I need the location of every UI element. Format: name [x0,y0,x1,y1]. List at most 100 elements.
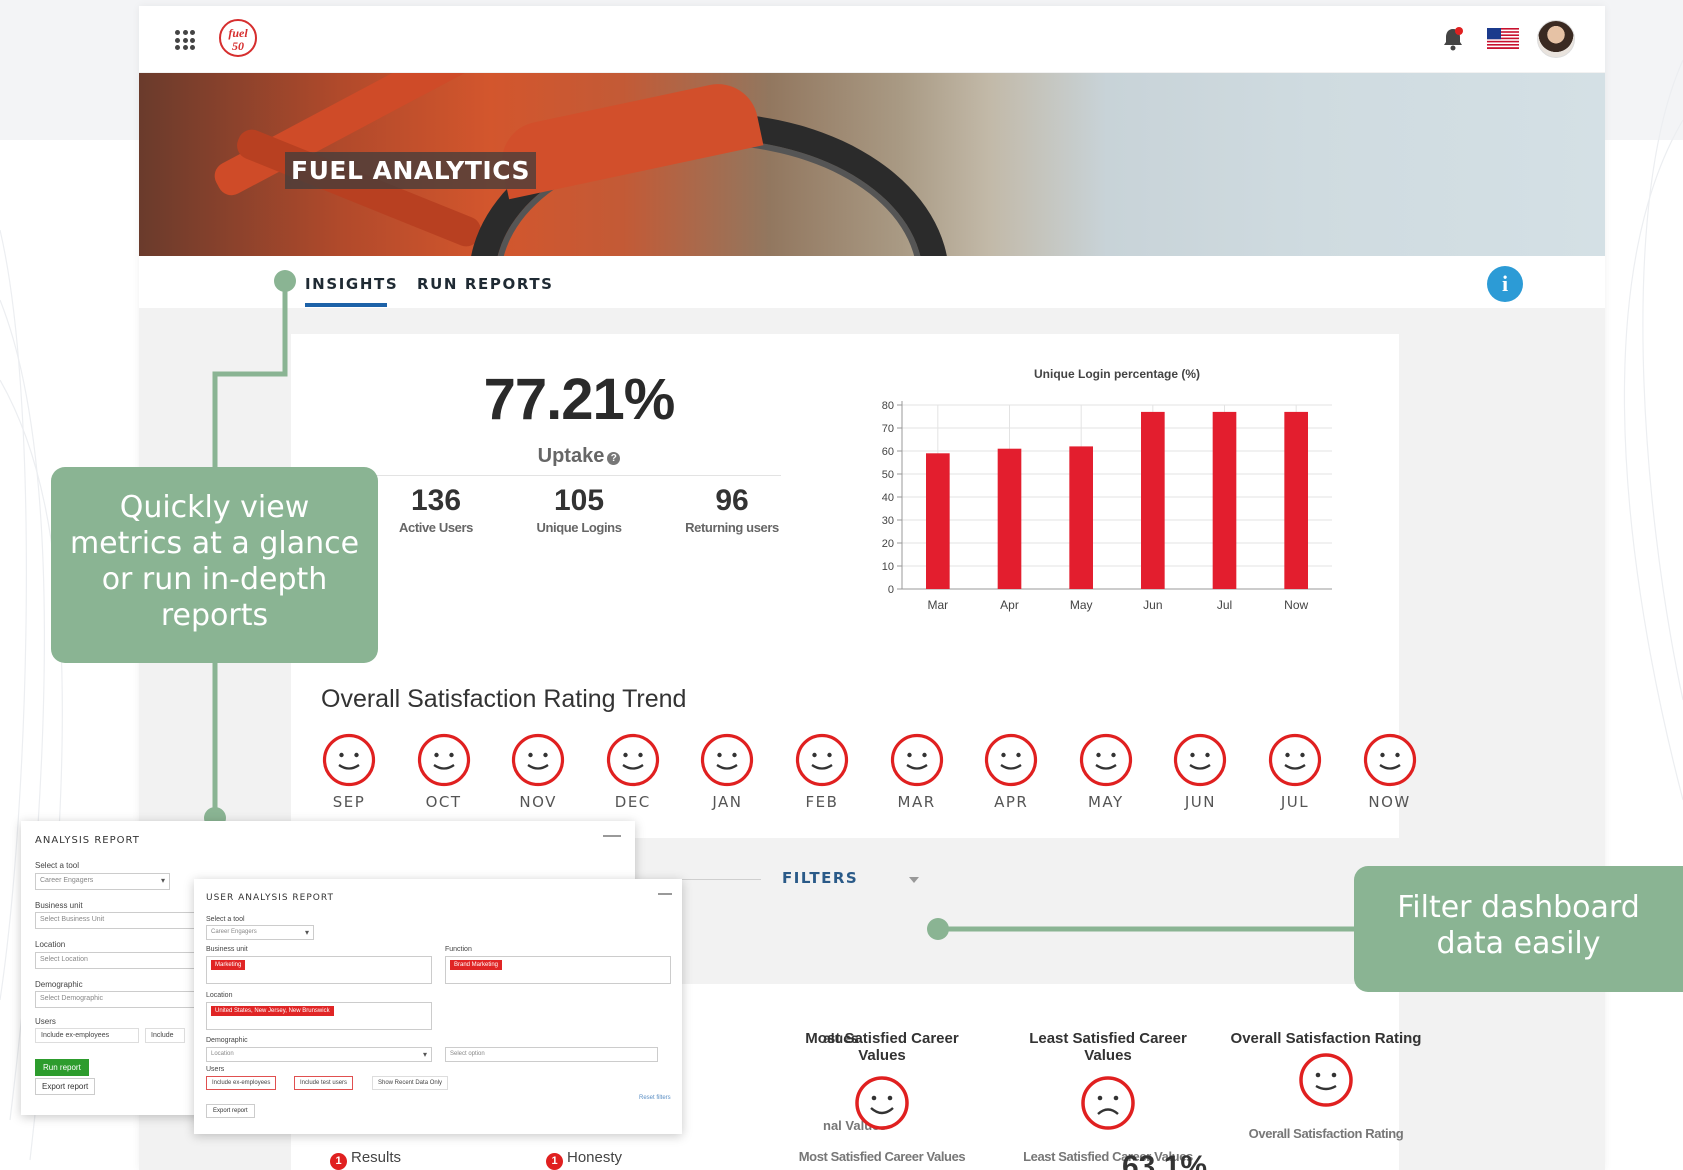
smiley-face-icon [1079,733,1132,787]
column-heading: Overall Satisfaction Rating [1230,1030,1422,1047]
include-ex-employees-checkbox[interactable]: Include ex-employees [206,1076,277,1090]
x-tick-label: Jun [1143,598,1162,612]
trend-month-label: JUL [1280,793,1310,811]
count-badge: 1 [330,1153,347,1170]
us-flag-icon[interactable] [1487,28,1519,49]
column-heading: Most Satisfied Career Values [805,1030,959,1064]
badge-results[interactable]: 1 Results [330,1149,401,1170]
field-label: Function [445,946,472,953]
tool-select[interactable]: Career Engagers [206,925,314,940]
info-icon[interactable]: i [1487,266,1523,302]
unique-login-bar-chart: Unique Login percentage (%) 0 10 20 30 40 50 60… [882,367,1332,612]
divider [376,475,781,476]
filter-chip[interactable]: United States, New Jersey, New Brunswick [211,1006,334,1016]
chevron-down-icon[interactable] [909,877,919,883]
include-ex-employees-checkbox[interactable]: Include ex-employees [35,1028,139,1043]
callout-line: reports [160,598,269,633]
stat-value: 96 [715,484,749,517]
y-tick-label: 70 [882,423,894,435]
fuel50-logo[interactable]: fuel 50 [219,19,257,57]
business-unit-input[interactable]: Marketing [206,956,432,984]
top-bar: fuel 50 [139,6,1605,72]
most-satisfied-column: Most Satisfied Career Values Most Satisf… [787,1030,977,1164]
trend-month-label: NOV [519,793,557,811]
trend-item-apr: APR [981,732,1041,811]
field-label: Users [206,1066,225,1073]
smiley-face-icon [606,733,659,787]
demographic-input[interactable]: Select Demographic [35,991,205,1008]
field-label: Location [35,940,66,949]
business-unit-input[interactable]: Select Business Unit [35,912,205,929]
field-label: Location [206,992,233,999]
callout-line: Filter dashboard [1397,890,1640,925]
apps-grid-icon[interactable] [175,30,195,50]
tab-run-reports[interactable]: RUN REPORTS [417,275,554,293]
uptake-label-text: Uptake [537,445,605,467]
option-select[interactable]: Select option [445,1047,658,1062]
satisfaction-trend-title: Overall Satisfaction Rating Trend [321,685,687,713]
smiley-face-icon [512,733,565,787]
filter-chip[interactable]: Brand Marketing [450,960,503,970]
smiley-face-icon [1299,1053,1353,1107]
trend-item-jun: JUN [1170,732,1230,811]
column-subtext: Overall Satisfaction Rating [1248,1126,1404,1141]
export-report-button[interactable]: Export report [35,1078,96,1095]
location-input[interactable]: United States, New Jersey, New Brunswick [206,1002,432,1030]
field-label: Demographic [206,1037,248,1044]
field-label: Demographic [35,980,83,989]
stat-value: 136 [410,484,462,517]
column-subtext: Most Satisfied Career Values [798,1149,966,1164]
filters-toggle[interactable]: FILTERS [782,869,858,887]
user-avatar[interactable] [1537,20,1575,58]
trend-month-label: FEB [805,793,839,811]
location-input[interactable]: Select Location [35,952,205,969]
help-icon[interactable]: ? [607,452,621,465]
overall-rating-column: Overall Satisfaction Rating Overall Sati… [1226,1030,1426,1141]
user-analysis-report-panel: USER ANALYSIS REPORT Select a tool Caree… [194,879,682,1134]
include-test-users-checkbox[interactable]: Include test users [294,1076,354,1090]
y-tick-label: 40 [882,492,894,504]
badge-label: Honesty [567,1149,623,1166]
least-satisfied-column: Least Satisfied Career Values Least Sati… [1013,1030,1203,1164]
trend-month-label: SEP [332,793,366,811]
satisfaction-trend-row: SEP OCT NOV DEC JAN FEB MAR APR MAY JUN JUL NOW [319,732,1416,812]
y-tick-label: 0 [888,584,894,596]
count-badge: 1 [546,1153,563,1170]
reset-filters-link[interactable]: Reset filters [639,1095,671,1101]
happy-face-icon [855,1076,909,1130]
trend-item-oct: OCT [414,732,474,811]
filter-chip[interactable]: Marketing [211,960,246,970]
callout-line: or run in-depth [101,562,328,597]
run-report-button[interactable]: Run report [35,1059,89,1076]
trend-month-label: JAN [712,793,743,811]
bar [1212,411,1237,589]
stat-label: Returning users [685,520,779,535]
trend-item-mar: MAR [887,732,947,811]
field-label: Select a tool [206,916,245,923]
show-recent-data-checkbox[interactable]: Show Recent Data Only [372,1076,449,1090]
x-tick-label: Apr [1000,598,1019,612]
bar [997,448,1022,589]
demographic-select[interactable]: Location [206,1047,432,1062]
callout-line: metrics at a glance [69,526,360,561]
smiley-face-icon [1268,733,1322,787]
function-input[interactable]: Brand Marketing [445,956,671,984]
badge-honesty[interactable]: 1 Honesty [546,1149,622,1170]
notification-bell-icon[interactable] [1441,26,1465,52]
include-checkbox[interactable]: Include [145,1028,185,1043]
minimize-icon[interactable] [603,835,621,837]
hero-banner: FUEL ANALYTICS [139,73,1605,256]
panel-title: ANALYSIS REPORT [35,835,140,846]
bar [1284,411,1308,589]
panel-title: USER ANALYSIS REPORT [206,893,334,903]
banner-title: FUEL ANALYTICS [285,152,537,189]
y-tick-label: 20 [882,538,894,550]
field-label: Business unit [35,901,83,910]
tool-select[interactable]: Career Engagers [35,873,170,890]
stat-label: Active Users [399,520,473,535]
trend-month-label: DEC [614,793,651,811]
minimize-icon[interactable] [658,893,672,895]
export-report-button[interactable]: Export report [206,1104,255,1118]
tab-insights[interactable]: INSIGHTS [305,275,398,293]
trend-item-jul: JUL [1265,732,1325,811]
